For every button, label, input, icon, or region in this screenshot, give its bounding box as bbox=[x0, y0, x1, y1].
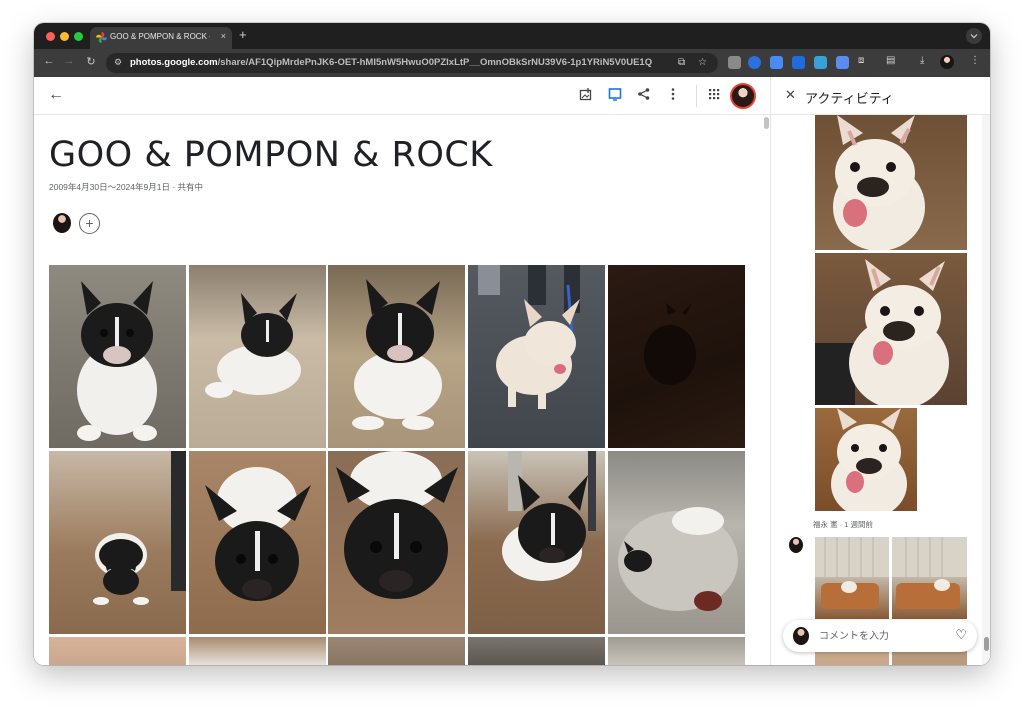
google-photos-icon bbox=[96, 32, 107, 43]
account-avatar[interactable] bbox=[730, 83, 756, 109]
activity-photo[interactable] bbox=[815, 253, 967, 405]
appbar-divider bbox=[696, 85, 697, 107]
translate-extension-icon[interactable] bbox=[792, 56, 805, 69]
activity-user-meta: 福永 憲 · 1 週間前 bbox=[813, 520, 874, 529]
sharer-avatar[interactable] bbox=[53, 213, 71, 233]
activity-scrollbar[interactable] bbox=[982, 115, 990, 665]
desktop: GOO & POMPON & ROCK - G × + ← → ↻ ⚙ phot… bbox=[0, 0, 1024, 710]
photo-tile[interactable] bbox=[328, 451, 465, 634]
activity-photo[interactable] bbox=[815, 115, 967, 250]
new-tab-button[interactable]: + bbox=[239, 28, 247, 42]
extensions-puzzle-icon[interactable]: ⧈ bbox=[858, 55, 864, 66]
photo-tile[interactable] bbox=[328, 265, 465, 448]
photo-tile[interactable] bbox=[468, 451, 605, 634]
share-icon[interactable] bbox=[637, 87, 651, 101]
back-arrow-icon[interactable]: ← bbox=[42, 55, 56, 67]
activity-user-avatar bbox=[789, 537, 803, 553]
apps-grid-icon[interactable] bbox=[707, 87, 721, 101]
url-text[interactable]: photos.google.com/share/AF1QipMrdePnJK6-… bbox=[130, 57, 652, 68]
photo-tile[interactable] bbox=[49, 451, 186, 634]
photo-tile[interactable] bbox=[608, 265, 745, 448]
chart-extension-icon[interactable] bbox=[770, 56, 783, 69]
mail-extension-icon[interactable] bbox=[836, 56, 849, 69]
more-vert-icon[interactable] bbox=[666, 87, 680, 101]
add-to-album-icon[interactable] bbox=[579, 87, 593, 101]
close-window-button[interactable] bbox=[46, 32, 55, 41]
activity-photo[interactable] bbox=[815, 408, 917, 511]
url-path: /share/AF1QipMrdePnJK6-OET-hMI5nW5HwuO0P… bbox=[217, 57, 653, 68]
url-host: photos.google.com bbox=[130, 57, 218, 68]
tab-strip: GOO & POMPON & ROCK - G × + bbox=[34, 23, 990, 49]
forward-arrow-icon[interactable]: → bbox=[62, 55, 76, 67]
comment-box: ♡ bbox=[783, 620, 977, 652]
album-scrollbar[interactable] bbox=[762, 115, 770, 665]
browser-window: GOO & POMPON & ROCK - G × + ← → ↻ ⚙ phot… bbox=[34, 23, 990, 665]
activity-photo[interactable] bbox=[815, 537, 889, 619]
photo-tile[interactable] bbox=[328, 637, 465, 665]
slideshow-icon[interactable] bbox=[608, 87, 622, 101]
zoom-extension-icon[interactable] bbox=[748, 56, 761, 69]
reload-icon[interactable]: ↻ bbox=[84, 55, 98, 68]
heart-icon[interactable]: ♡ bbox=[955, 627, 967, 643]
photo-grid bbox=[49, 265, 749, 665]
chevron-down-icon bbox=[970, 34, 978, 39]
photos-page: ← GOO & POMPON & ROCK 2009年4月30日～2024年9月… bbox=[34, 77, 990, 665]
address-bar[interactable]: ⚙ photos.google.com/share/AF1QipMrdePnJK… bbox=[106, 53, 718, 73]
album-date-range: 2009年4月30日～2024年9月1日 · 共有中 bbox=[49, 182, 204, 192]
add-person-button[interactable]: + bbox=[79, 213, 100, 234]
activity-photo[interactable] bbox=[892, 537, 967, 619]
photo-tile[interactable] bbox=[189, 451, 326, 634]
bookmark-star-icon[interactable]: ☆ bbox=[698, 57, 707, 68]
tab-search-button[interactable] bbox=[966, 28, 982, 44]
photo-tile[interactable] bbox=[608, 451, 745, 634]
tab-close-icon[interactable]: × bbox=[221, 31, 226, 41]
maximize-window-button[interactable] bbox=[74, 32, 83, 41]
activity-scrollbar-thumb[interactable] bbox=[984, 637, 989, 651]
photo-tile[interactable] bbox=[468, 265, 605, 448]
profile-avatar[interactable] bbox=[940, 55, 954, 69]
browser-toolbar: ← → ↻ ⚙ photos.google.com/share/AF1QipMr… bbox=[34, 49, 990, 77]
photo-tile[interactable] bbox=[49, 265, 186, 448]
activity-panel: ✕ アクティビティ 福永 憲 · 1 週間前 コメントを入力 ♡ bbox=[770, 77, 990, 665]
screen-extension-icon[interactable] bbox=[814, 56, 827, 69]
photo-tile[interactable] bbox=[608, 637, 745, 665]
minimize-window-button[interactable] bbox=[60, 32, 69, 41]
activity-header: ✕ アクティビティ bbox=[771, 77, 990, 115]
close-panel-icon[interactable]: ✕ bbox=[785, 87, 796, 103]
activity-title: アクティビティ bbox=[805, 91, 894, 106]
reading-list-icon[interactable]: ▤ bbox=[886, 55, 895, 66]
download-icon[interactable]: ⤓ bbox=[920, 55, 924, 66]
photo-tile[interactable] bbox=[189, 265, 326, 448]
album-title: GOO & POMPON & ROCK bbox=[49, 135, 493, 175]
photo-tile[interactable] bbox=[189, 637, 326, 665]
album-app-bar: ← bbox=[34, 77, 770, 115]
tab-title: GOO & POMPON & ROCK - G bbox=[110, 32, 210, 41]
comment-avatar bbox=[793, 627, 809, 645]
menu-dots-icon[interactable]: ⋮ bbox=[970, 55, 980, 66]
back-icon[interactable]: ← bbox=[48, 86, 64, 104]
install-app-icon[interactable]: ⧉ bbox=[678, 57, 685, 68]
site-settings-icon[interactable]: ⚙ bbox=[114, 57, 122, 68]
photo-tile[interactable] bbox=[49, 637, 186, 665]
camera-extension-icon[interactable] bbox=[728, 56, 741, 69]
scrollbar-thumb[interactable] bbox=[764, 117, 769, 129]
comment-input[interactable] bbox=[819, 628, 949, 644]
album-view: ← GOO & POMPON & ROCK 2009年4月30日～2024年9月… bbox=[34, 77, 770, 665]
browser-tab[interactable]: GOO & POMPON & ROCK - G × bbox=[90, 27, 232, 49]
photo-tile[interactable] bbox=[468, 637, 605, 665]
